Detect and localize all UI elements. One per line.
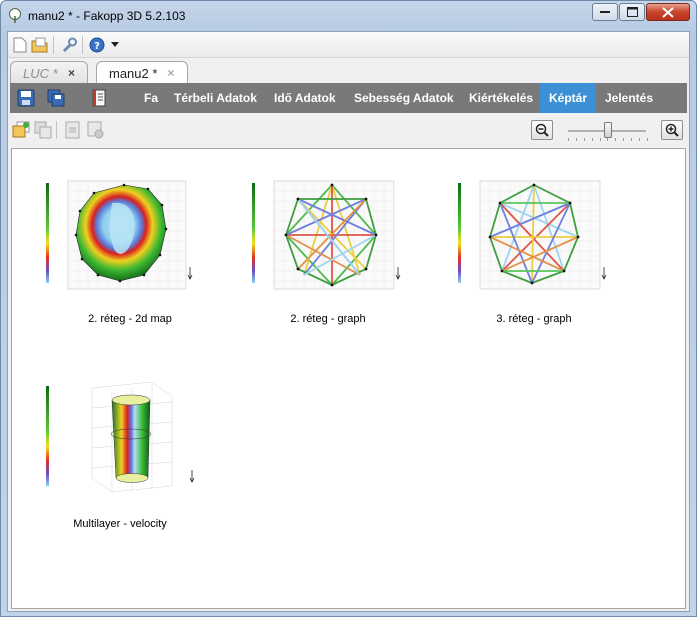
image-caption: Multilayer - velocity <box>73 518 167 530</box>
delete-image-icon[interactable] <box>86 121 104 139</box>
menu-terbeli-adatok[interactable]: Térbeli Adatok <box>168 83 263 113</box>
image-caption: 2. réteg - 2d map <box>88 313 172 325</box>
menu-kiertekeles[interactable]: Kiértékelés <box>463 83 539 113</box>
dropdown-arrow-icon[interactable] <box>106 36 124 54</box>
multilayer-3d-thumbnail <box>46 381 195 493</box>
gallery-toolbar <box>8 114 689 146</box>
client-area: ? LUC * × manu2 * × Fa Térbeli Adatok Id… <box>7 31 690 612</box>
svg-text:?: ? <box>94 41 100 52</box>
menu-sebesseg-adatok[interactable]: Sebesség Adatok <box>348 83 460 113</box>
open-icon[interactable] <box>31 36 49 54</box>
copy-image-icon[interactable] <box>34 121 52 139</box>
help-icon[interactable]: ? <box>88 36 106 54</box>
minimize-icon <box>600 11 610 13</box>
image-caption: 3. réteg - graph <box>496 313 572 325</box>
image-gallery: 2. réteg - 2d map 2. réteg - graph 3. ré… <box>11 148 686 609</box>
zoom-out-icon <box>535 123 549 137</box>
menu-keptar[interactable]: Képtár <box>540 83 596 113</box>
velocity-graph-thumbnail <box>252 180 401 290</box>
window-title: manu2 * - Fakopp 3D 5.2.103 <box>28 9 186 23</box>
save-icon[interactable] <box>17 89 35 107</box>
menu-fa[interactable]: Fa <box>138 83 164 113</box>
image-caption: 2. réteg - graph <box>290 313 366 325</box>
tomogram-2d-map-thumbnail <box>46 180 193 290</box>
tab-luc[interactable]: LUC * × <box>10 61 88 85</box>
minimize-button[interactable] <box>592 3 618 21</box>
image-properties-icon[interactable] <box>64 121 82 139</box>
zoom-in-button[interactable] <box>661 120 683 140</box>
zoom-in-icon <box>665 123 679 137</box>
velocity-graph-thumbnail <box>458 180 607 290</box>
close-icon <box>662 6 674 18</box>
zoom-out-button[interactable] <box>531 120 553 140</box>
title-bar[interactable]: manu2 * - Fakopp 3D 5.2.103 <box>1 1 696 31</box>
module-menu-bar: Fa Térbeli Adatok Idő Adatok Sebesség Ad… <box>10 83 687 113</box>
tab-manu2[interactable]: manu2 * × <box>96 61 188 85</box>
menu-ido-adatok[interactable]: Idő Adatok <box>268 83 342 113</box>
app-window: manu2 * - Fakopp 3D 5.2.103 ? LUC * × ma… <box>0 0 697 617</box>
add-images-icon[interactable] <box>12 121 30 139</box>
maximize-icon <box>626 7 638 17</box>
new-icon[interactable] <box>11 36 29 54</box>
maximize-button[interactable] <box>619 3 645 21</box>
main-toolbar: ? <box>8 32 689 58</box>
report-icon[interactable] <box>90 89 108 107</box>
document-tabs: LUC * × manu2 * × <box>8 59 689 85</box>
menu-jelentes[interactable]: Jelentés <box>599 83 659 113</box>
close-button[interactable] <box>646 3 690 21</box>
save-all-icon[interactable] <box>47 89 65 107</box>
tree-icon <box>9 8 21 23</box>
zoom-slider-ticks <box>568 138 648 142</box>
zoom-slider-thumb[interactable] <box>604 122 612 138</box>
wrench-icon[interactable] <box>60 36 78 54</box>
